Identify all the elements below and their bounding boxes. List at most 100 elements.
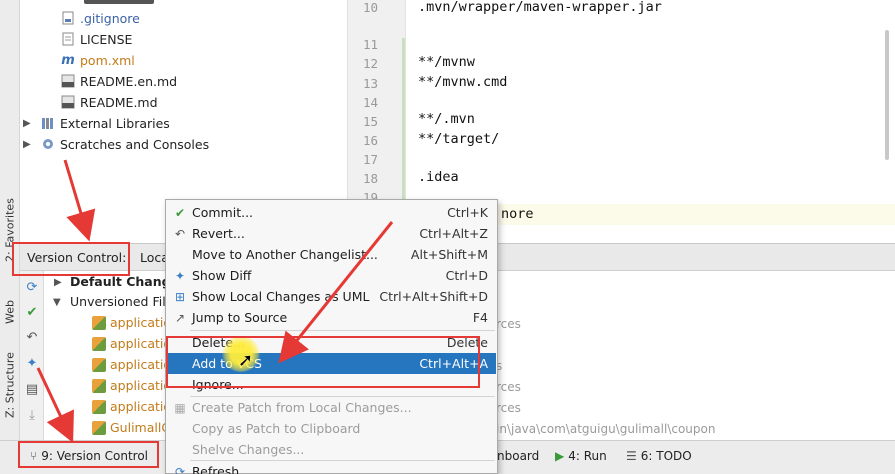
properties-file-icon xyxy=(92,315,106,330)
check-icon[interactable]: ✔ xyxy=(24,304,40,320)
line-number: 10 xyxy=(362,0,378,15)
menu-item-show-uml[interactable]: ⊞ Show Local Changes as UML Ctrl+Alt+Shi… xyxy=(167,286,496,307)
menu-item-jump-source[interactable]: ↗ Jump to Source F4 xyxy=(167,307,496,328)
diff-icon: ✦ xyxy=(174,268,186,283)
tree-item-label: External Libraries xyxy=(60,115,170,131)
annotation-box-vc-title xyxy=(12,242,130,276)
menu-item-move-changelist[interactable]: Move to Another Changelist... Alt+Shift+… xyxy=(167,244,496,265)
file-path: rces xyxy=(496,401,521,415)
tree-item-readme[interactable]: README.md xyxy=(60,92,158,112)
list-item[interactable]: applicatio xyxy=(92,354,171,375)
tab-todo-label: 6: TODO xyxy=(640,449,692,463)
menu-item-create-patch[interactable]: ▦ Create Patch from Local Changes... xyxy=(167,397,496,418)
collapse-arrow-icon[interactable]: ▼ xyxy=(53,297,61,308)
tree-item-label: LICENSE xyxy=(80,31,133,47)
code-line: **/target/ xyxy=(418,131,500,147)
line-number: 17 xyxy=(362,152,378,167)
web-tab[interactable]: Web xyxy=(1,290,19,334)
revert-icon[interactable]: ↶ xyxy=(24,329,40,345)
file-name: applicatio xyxy=(110,315,172,330)
tree-item-external-libraries[interactable]: External Libraries xyxy=(40,113,170,133)
code-line: **/mvnw.cmd xyxy=(418,74,508,90)
vc-side-toolbar: ⟳ ✔ ↶ ✦ ▤ ⤓ xyxy=(20,271,44,441)
code-line: **/mvnw xyxy=(418,54,475,70)
code-line: .mvn/wrapper/maven-wrapper.jar xyxy=(418,0,662,15)
menu-item-show-diff[interactable]: ✦ Show Diff Ctrl+D xyxy=(167,265,496,286)
line-number: 13 xyxy=(362,76,378,91)
tree-item-label: README.en.md xyxy=(80,73,178,89)
menu-item-commit[interactable]: ✔ Commit... Ctrl+K xyxy=(167,202,496,223)
expand-arrow-icon[interactable]: ▶ xyxy=(23,139,31,150)
list-item[interactable]: applicatio xyxy=(92,312,171,333)
tree-item-pom[interactable]: m pom.xml xyxy=(60,50,135,70)
uml-icon: ⊞ xyxy=(174,289,186,304)
menu-item-copy-patch[interactable]: Copy as Patch to Clipboard xyxy=(167,418,496,439)
menu-item-shelve[interactable]: Shelve Changes... xyxy=(167,439,496,460)
jump-icon: ↗ xyxy=(174,310,186,325)
tree-item-gitignore[interactable]: .gitignore xyxy=(60,8,140,28)
refresh-icon: ⟳ xyxy=(174,464,186,474)
menu-item-revert[interactable]: ↶ Revert... Ctrl+Alt+Z xyxy=(167,223,496,244)
file-name: applicatio xyxy=(110,336,172,351)
file-path: in\java\com\atguigu\gulimall\coupon xyxy=(496,422,716,436)
tree-item-label: README.md xyxy=(80,94,158,110)
menu-item-refresh[interactable]: ⟳ Refresh xyxy=(167,461,496,474)
text-file-icon xyxy=(60,31,76,47)
line-number: 14 xyxy=(362,95,378,110)
folder-label-cut xyxy=(84,0,154,4)
left-tool-strip: 2: Favorites Web Z: Structure xyxy=(0,0,20,474)
changelist-unversioned[interactable]: Unversioned File xyxy=(70,291,173,312)
line-number: 15 xyxy=(362,114,378,129)
diff-icon[interactable]: ✦ xyxy=(24,355,40,371)
patch-icon: ▦ xyxy=(174,400,186,415)
library-icon xyxy=(40,115,56,131)
editor-scrollbar[interactable] xyxy=(885,30,889,160)
tree-item-label: Scratches and Consoles xyxy=(60,136,210,152)
tree-item-label: pom.xml xyxy=(80,52,135,68)
gitignore-file-icon xyxy=(60,10,76,26)
code-line: .idea xyxy=(418,169,459,185)
annotation-box-add-vcs xyxy=(166,336,480,388)
code-line: nore xyxy=(501,206,534,222)
refresh-icon[interactable]: ⟳ xyxy=(24,279,40,295)
check-icon: ✔ xyxy=(174,205,186,220)
file-name: applicatio xyxy=(110,378,172,393)
revert-icon: ↶ xyxy=(174,226,186,241)
tab-terminal[interactable]: nboard xyxy=(497,449,539,463)
list-item[interactable]: applicatio xyxy=(92,396,171,417)
java-file-icon xyxy=(92,420,106,435)
structure-tab[interactable]: Z: Structure xyxy=(1,350,19,420)
list-item[interactable]: applicatio xyxy=(92,333,171,354)
properties-file-icon xyxy=(92,399,106,414)
download-icon[interactable]: ⤓ xyxy=(24,407,40,423)
expand-arrow-icon[interactable]: ▶ xyxy=(54,277,62,288)
file-name: applicatio xyxy=(110,357,172,372)
expand-arrow-icon[interactable]: ▶ xyxy=(23,118,31,129)
history-icon[interactable]: ▤ xyxy=(24,381,40,397)
markdown-file-icon xyxy=(60,94,76,110)
properties-file-icon xyxy=(92,336,106,351)
annotation-box-vc-tab xyxy=(18,441,159,468)
tree-item-scratches[interactable]: Scratches and Consoles xyxy=(40,134,209,154)
maven-icon: m xyxy=(61,52,75,68)
tree-item-label: .gitignore xyxy=(80,10,140,26)
tree-item-license[interactable]: LICENSE xyxy=(60,29,132,49)
tab-todo[interactable]: ☰ 6: TODO xyxy=(626,449,692,463)
tab-run-label: 4: Run xyxy=(568,449,607,463)
scratches-icon xyxy=(40,136,56,152)
menu-separator xyxy=(190,330,495,331)
line-number: 12 xyxy=(362,56,378,71)
line-number: 18 xyxy=(362,171,378,186)
run-icon: ▶ xyxy=(555,449,565,463)
list-item[interactable]: applicatio xyxy=(92,375,171,396)
tree-item-readme-en[interactable]: README.en.md xyxy=(60,71,177,91)
markdown-file-icon xyxy=(60,73,76,89)
properties-file-icon xyxy=(92,378,106,393)
tab-run[interactable]: ▶ 4: Run xyxy=(555,449,607,463)
web-tab-label: Web xyxy=(3,300,17,324)
code-line: **/.mvn xyxy=(418,111,475,127)
todo-icon: ☰ xyxy=(626,449,637,463)
file-name: applicatio xyxy=(110,399,172,414)
properties-file-icon xyxy=(92,357,106,372)
file-path: rces xyxy=(496,380,521,394)
